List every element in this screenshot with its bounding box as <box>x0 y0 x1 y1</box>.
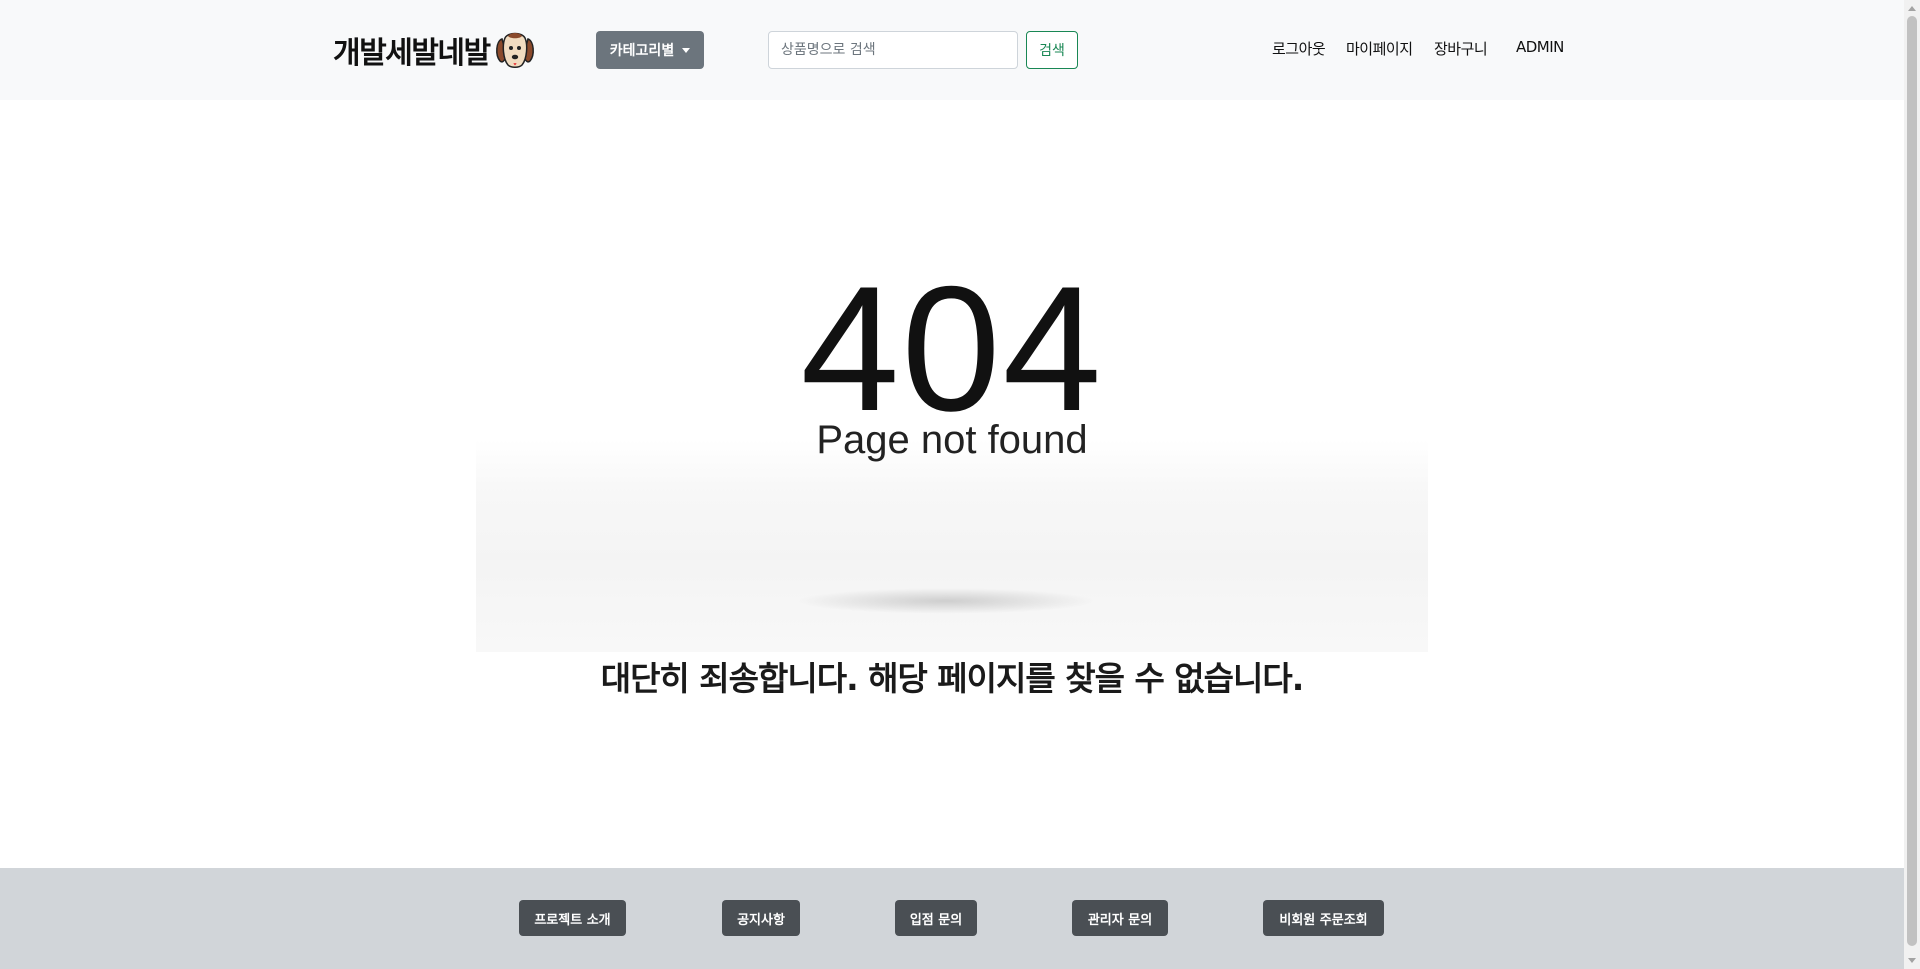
admin-inquiry-button[interactable]: 관리자 문의 <box>1072 900 1168 936</box>
footer: 프로젝트 소개 공지사항 입점 문의 관리자 문의 비회원 주문조회 <box>0 868 1904 969</box>
top-navbar: 개발세발네발 카테고리별 검색 로그아웃 마이페이지 장바구니 ADMIN <box>0 0 1904 100</box>
search-button[interactable]: 검색 <box>1026 31 1078 69</box>
error-caption: Page not found <box>816 418 1088 462</box>
mypage-link[interactable]: 마이페이지 <box>1346 38 1413 59</box>
notice-button[interactable]: 공지사항 <box>722 900 800 936</box>
floor-shadow <box>796 588 1096 614</box>
project-intro-button[interactable]: 프로젝트 소개 <box>519 900 626 936</box>
brand-link[interactable]: 개발세발네발 <box>333 28 536 72</box>
scroll-up-arrow-icon[interactable] <box>1908 6 1916 11</box>
dog-icon <box>495 32 534 68</box>
scroll-down-arrow-icon[interactable] <box>1908 958 1916 963</box>
error-illustration: 404 Page not found <box>476 200 1428 652</box>
category-button-label: 카테고리별 <box>609 43 675 59</box>
background-shade <box>476 440 1428 652</box>
guest-order-button[interactable]: 비회원 주문조회 <box>1263 900 1384 936</box>
category-dropdown-button[interactable]: 카테고리별 <box>596 31 704 69</box>
store-inquiry-button[interactable]: 입점 문의 <box>895 900 977 936</box>
search-input[interactable] <box>768 31 1018 69</box>
cart-link[interactable]: 장바구니 <box>1434 38 1488 59</box>
brand-text: 개발세발네발 <box>333 36 491 71</box>
error-message: 대단히 죄송합니다. 해당 페이지를 찾을 수 없습니다. <box>600 659 1305 698</box>
scrollbar-thumb[interactable] <box>1907 16 1917 946</box>
admin-link[interactable]: ADMIN <box>1516 38 1564 56</box>
logout-link[interactable]: 로그아웃 <box>1272 38 1326 59</box>
caret-down-icon <box>682 47 691 53</box>
error-code: 404 <box>800 249 1104 448</box>
vertical-scrollbar[interactable] <box>1904 0 1920 969</box>
